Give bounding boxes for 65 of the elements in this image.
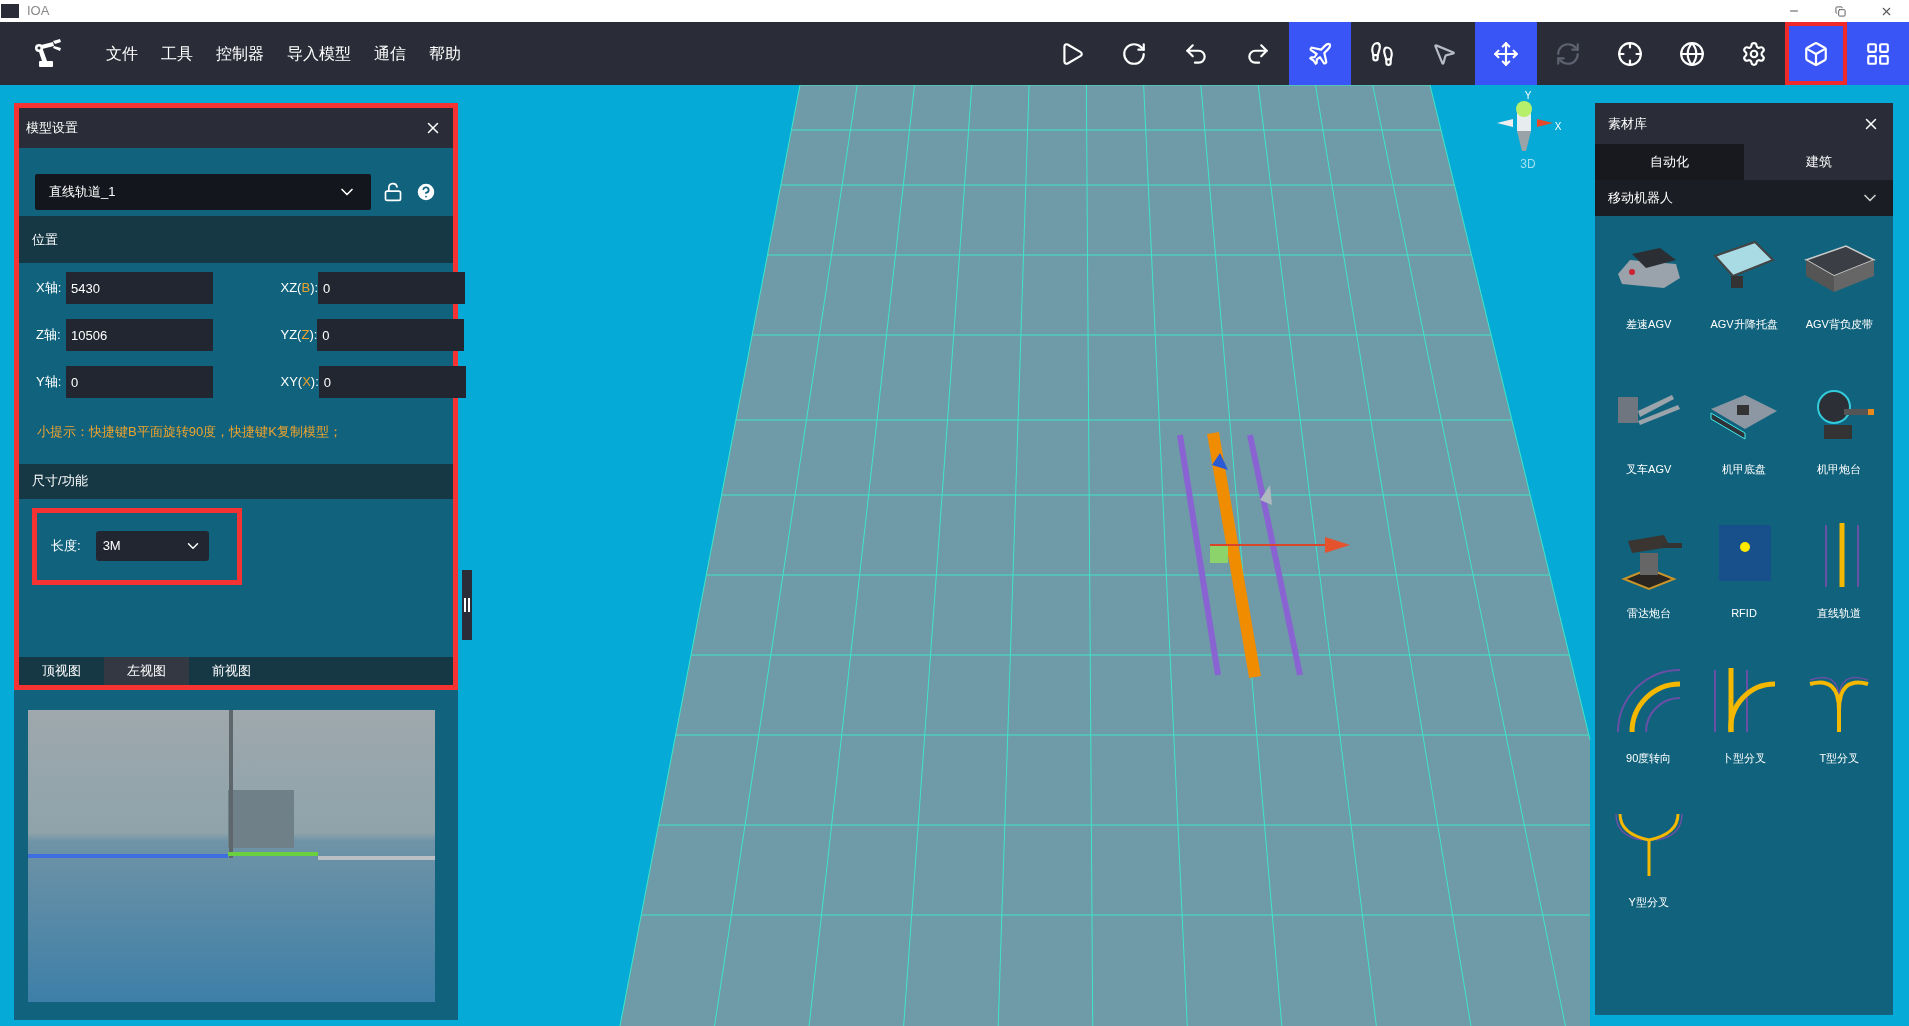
asset-label[interactable]: RFID	[1731, 605, 1757, 622]
asset-label[interactable]: 直线轨道	[1817, 605, 1862, 622]
section-title: 尺寸/功能	[32, 472, 88, 491]
globe-icon	[1679, 40, 1705, 67]
asset-label[interactable]: 雷达炮台	[1626, 605, 1671, 622]
menu-item[interactable]: 通信	[372, 41, 408, 66]
menu-item[interactable]: 文件	[104, 41, 140, 66]
section-title: 位置	[32, 230, 58, 249]
value-field[interactable]: 5430	[66, 272, 213, 304]
field-label: Z轴:	[36, 326, 62, 345]
forklift-agv-drawing	[1617, 394, 1680, 425]
rotate-icon	[1121, 40, 1147, 67]
view-mode-label: 3D	[1520, 156, 1536, 173]
view-tab[interactable]: 左视图	[104, 657, 189, 685]
asset-label[interactable]: AGV背负皮带	[1805, 316, 1873, 333]
collapse-handle[interactable]	[462, 570, 472, 640]
asset-label[interactable]: AGV升降托盘	[1710, 316, 1778, 333]
asset-label[interactable]: 90度转向	[1626, 749, 1672, 766]
view-tab[interactable]: 前视图	[189, 657, 274, 685]
menu-item[interactable]: 帮助	[427, 41, 463, 66]
asset-label[interactable]: 机甲底盘	[1722, 460, 1766, 477]
value-field[interactable]: 0	[318, 366, 466, 398]
plane-icon	[1307, 40, 1333, 67]
axis-label: X	[1554, 119, 1562, 134]
field-label: Y轴:	[36, 373, 63, 392]
app-icon	[1, 4, 19, 18]
library-tab[interactable]: 自动化	[1595, 144, 1744, 180]
menu-item[interactable]: 导入模型	[285, 41, 353, 66]
category-select[interactable]: 移动机器人	[1595, 180, 1893, 216]
asset-label[interactable]: 差速AGV	[1626, 316, 1672, 333]
length-select[interactable]: 3M	[95, 531, 209, 561]
grid-icon	[1865, 40, 1891, 67]
move-icon	[1493, 40, 1519, 67]
asset-label[interactable]: Y型分叉	[1628, 894, 1669, 911]
asset-label[interactable]: 机甲炮台	[1817, 460, 1862, 477]
asset-label[interactable]: 叉车AGV	[1626, 460, 1672, 477]
field-label: XZ(B):	[280, 279, 319, 298]
model-select[interactable]: 直线轨道_1	[35, 174, 371, 210]
value-field[interactable]: 0	[317, 319, 465, 351]
restore-icon	[1834, 5, 1846, 17]
view-tab[interactable]: 顶视图	[19, 657, 104, 685]
settings-icon	[1741, 40, 1767, 67]
cube-icon	[1803, 40, 1829, 67]
value-field[interactable]: 0	[318, 272, 466, 304]
value-field[interactable]: 0	[66, 366, 213, 398]
help-icon[interactable]	[415, 181, 437, 203]
lock-icon[interactable]	[383, 182, 403, 202]
value-field[interactable]: 10506	[66, 319, 213, 351]
panel-title: 模型设置	[26, 119, 78, 138]
asset-label[interactable]: 卜型分叉	[1722, 749, 1766, 766]
field-label: XY(X):	[280, 373, 319, 392]
tip-text: 小提示：快捷键B平面旋转90度，快捷键K复制模型；	[36, 423, 343, 441]
axis-label: Y	[1524, 91, 1532, 101]
field-label: YZ(Z):	[280, 326, 318, 345]
field-label: X轴:	[36, 279, 63, 298]
panel-title: 素材库	[1608, 114, 1647, 133]
crosshair-icon	[1617, 40, 1643, 67]
menu-item[interactable]: 控制器	[214, 41, 266, 66]
footprints-icon	[1369, 40, 1395, 67]
refresh-icon	[1555, 40, 1581, 67]
window-title: IOA	[27, 2, 50, 21]
menu-item[interactable]: 工具	[159, 41, 195, 66]
field-label: 长度:	[51, 537, 81, 556]
library-tab[interactable]: 建筑	[1744, 144, 1893, 180]
asset-label[interactable]: T型分叉	[1819, 749, 1860, 766]
